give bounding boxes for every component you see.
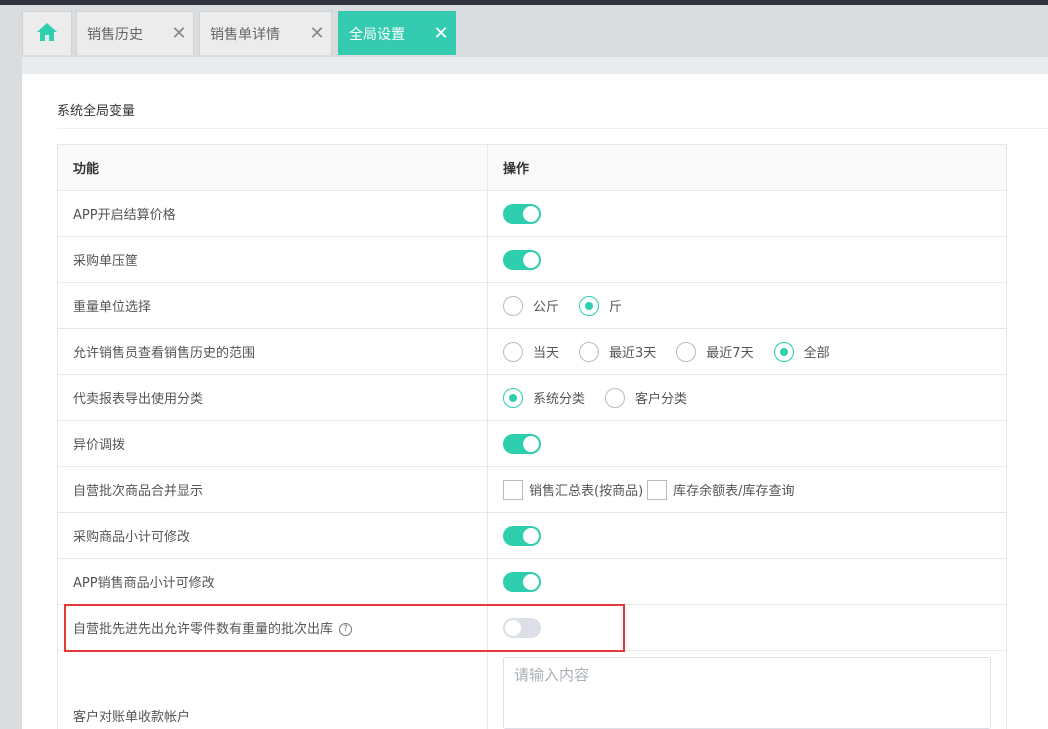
- radio-circle: [503, 295, 523, 316]
- tab-sales-order-detail[interactable]: 销售单详情 ✕: [199, 11, 332, 55]
- purchase-subtotal-switch[interactable]: [503, 525, 541, 546]
- radio-circle: [579, 295, 600, 316]
- row-label: 自营批次商品合并显示: [57, 466, 488, 513]
- table-row: 重量单位选择 公斤 斤: [57, 282, 1007, 329]
- radio-circle: [773, 341, 794, 362]
- app-sales-subtotal-switch[interactable]: [503, 571, 541, 592]
- radio-label: 最近7天: [706, 346, 754, 361]
- radio-circle: [605, 387, 626, 408]
- switch-knob: [523, 435, 539, 452]
- purchase-basket-switch[interactable]: [503, 249, 541, 270]
- row-label: 重量单位选择: [57, 282, 488, 329]
- tab-global-settings[interactable]: 全局设置 ✕: [338, 11, 456, 55]
- customer-account-input[interactable]: [503, 657, 991, 729]
- table-row: APP销售商品小计可修改: [57, 558, 1007, 605]
- radio-label: 全部: [803, 346, 830, 361]
- checkbox-label: 销售汇总表(按商品): [529, 484, 644, 499]
- radio-today[interactable]: 当天: [503, 341, 560, 362]
- close-icon[interactable]: ✕: [427, 23, 455, 44]
- radio-last-7-days[interactable]: 最近7天: [676, 341, 754, 362]
- table-row: APP开启结算价格: [57, 190, 1007, 237]
- checkbox-inventory-balance[interactable]: 库存余额表/库存查询: [647, 479, 795, 500]
- table-row: 自营批次商品合并显示 销售汇总表(按商品) 库存余额表/库存查询: [57, 466, 1007, 513]
- switch-knob: [523, 573, 539, 590]
- price-transfer-switch[interactable]: [503, 433, 541, 454]
- table-row: 代卖报表导出使用分类 系统分类 客户分类: [57, 374, 1007, 421]
- batch-merge-checkbox-group: 销售汇总表(按商品) 库存余额表/库存查询: [503, 479, 1006, 500]
- checkbox-sales-summary[interactable]: 销售汇总表(按商品): [503, 479, 644, 500]
- close-icon[interactable]: ✕: [303, 23, 331, 44]
- row-label: 允许销售员查看销售历史的范围: [57, 328, 488, 375]
- row-label: APP销售商品小计可修改: [57, 558, 488, 605]
- tab-bar: 销售历史 ✕ 销售单详情 ✕ 全局设置 ✕: [22, 5, 1048, 57]
- section-title: 系统全局变量: [57, 104, 136, 119]
- checkbox-box: [503, 479, 523, 500]
- tab-sales-history[interactable]: 销售历史 ✕: [76, 11, 194, 55]
- divider: [57, 128, 1048, 129]
- table-row: 采购单压筐: [57, 236, 1007, 283]
- radio-label: 公斤: [533, 300, 560, 315]
- header-feature: 功能: [57, 144, 488, 191]
- radio-circle: [676, 341, 697, 362]
- radio-jin[interactable]: 斤: [579, 295, 623, 316]
- radio-last-3-days[interactable]: 最近3天: [579, 341, 657, 362]
- checkbox-label: 库存余额表/库存查询: [673, 484, 795, 499]
- radio-circle: [503, 387, 523, 408]
- tab-label: 销售单详情: [210, 26, 280, 43]
- radio-label: 客户分类: [635, 392, 688, 407]
- row-label: 采购单压筐: [57, 236, 488, 283]
- radio-label: 当天: [533, 346, 560, 361]
- consign-category-radio-group: 系统分类 客户分类: [503, 387, 1006, 408]
- table-row: 允许销售员查看销售历史的范围 当天 最近3天 最近7天 全部: [57, 328, 1007, 375]
- sales-history-range-radio-group: 当天 最近3天 最近7天 全部: [503, 341, 1006, 362]
- app-settlement-price-switch[interactable]: [503, 203, 541, 224]
- close-icon[interactable]: ✕: [165, 23, 193, 44]
- tab-label: 全局设置: [349, 26, 405, 43]
- header-action: 操作: [487, 144, 1007, 191]
- radio-circle: [579, 341, 600, 362]
- switch-knob: [523, 205, 539, 222]
- radio-customer-category[interactable]: 客户分类: [605, 387, 688, 408]
- radio-label: 最近3天: [609, 346, 657, 361]
- switch-knob: [523, 251, 539, 268]
- home-icon: [36, 22, 58, 46]
- radio-label: 斤: [609, 300, 623, 315]
- tab-label: 销售历史: [87, 26, 143, 43]
- radio-label: 系统分类: [533, 392, 586, 407]
- table-row: 异价调拨: [57, 420, 1007, 467]
- radio-all[interactable]: 全部: [773, 341, 830, 362]
- table-row: 客户对账单收款帐户: [57, 650, 1007, 729]
- tab-home[interactable]: [22, 11, 72, 55]
- radio-circle: [503, 341, 523, 362]
- left-gutter: [0, 5, 22, 729]
- weight-unit-radio-group: 公斤 斤: [503, 295, 1006, 316]
- table-row: 采购商品小计可修改: [57, 512, 1007, 559]
- row-label: 代卖报表导出使用分类: [57, 374, 488, 421]
- radio-system-category[interactable]: 系统分类: [503, 387, 586, 408]
- checkbox-box: [647, 479, 668, 500]
- table-header-row: 功能 操作: [57, 144, 1007, 191]
- row-label: 异价调拨: [57, 420, 488, 467]
- row-label: 采购商品小计可修改: [57, 512, 488, 559]
- radio-kilogram[interactable]: 公斤: [503, 295, 560, 316]
- switch-knob: [523, 527, 539, 544]
- row-label: APP开启结算价格: [57, 190, 488, 237]
- highlight-box: [64, 604, 625, 652]
- row-label: 客户对账单收款帐户: [57, 650, 488, 729]
